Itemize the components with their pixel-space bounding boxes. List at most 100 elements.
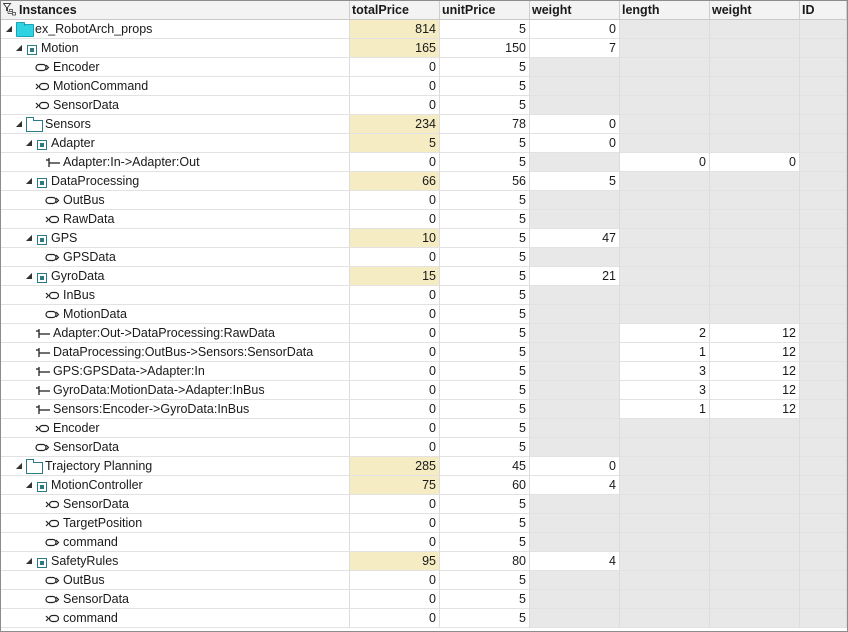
weight-cell[interactable]: 0 — [530, 134, 620, 153]
unitprice-cell[interactable]: 5 — [440, 324, 530, 343]
instance-cell[interactable]: Adapter:Out->DataProcessing:RawData — [1, 324, 350, 343]
table-row[interactable]: ◢ MotionController 75 60 4 — [1, 476, 847, 495]
weight-cell[interactable]: 4 — [530, 476, 620, 495]
unitprice-cell[interactable]: 5 — [440, 267, 530, 286]
unitprice-cell[interactable]: 80 — [440, 552, 530, 571]
table-row[interactable]: command 0 5 — [1, 533, 847, 552]
instance-cell[interactable]: ◢ Trajectory Planning — [1, 457, 350, 476]
instance-cell[interactable]: OutBus — [1, 571, 350, 590]
totalprice-cell[interactable]: 95 — [350, 552, 440, 571]
unitprice-cell[interactable]: 5 — [440, 305, 530, 324]
column-header-unitprice[interactable]: unitPrice — [440, 1, 530, 20]
instance-cell[interactable]: ◢ GPS — [1, 229, 350, 248]
unitprice-cell[interactable]: 5 — [440, 20, 530, 39]
table-row[interactable]: DataProcessing:OutBus->Sensors:SensorDat… — [1, 343, 847, 362]
weight-cell[interactable]: 5 — [530, 172, 620, 191]
table-row[interactable]: SensorData 0 5 — [1, 96, 847, 115]
weight-2-cell[interactable]: 12 — [710, 381, 800, 400]
instance-cell[interactable]: Adapter:In->Adapter:Out — [1, 153, 350, 172]
totalprice-cell[interactable]: 285 — [350, 457, 440, 476]
unitprice-cell[interactable]: 5 — [440, 571, 530, 590]
unitprice-cell[interactable]: 5 — [440, 191, 530, 210]
weight-2-cell[interactable]: 12 — [710, 343, 800, 362]
expand-toggle-icon[interactable]: ◢ — [24, 229, 34, 247]
instance-cell[interactable]: command — [1, 533, 350, 552]
weight-cell[interactable]: 0 — [530, 457, 620, 476]
length-cell[interactable]: 3 — [620, 381, 710, 400]
instance-cell[interactable]: Sensors:Encoder->GyroData:InBus — [1, 400, 350, 419]
expand-toggle-icon[interactable]: ◢ — [24, 134, 34, 152]
totalprice-cell[interactable]: 0 — [350, 514, 440, 533]
table-row[interactable]: ◢ Sensors 234 78 0 — [1, 115, 847, 134]
table-row[interactable]: GyroData:MotionData->Adapter:InBus 0 5 3 12 — [1, 381, 847, 400]
table-row[interactable]: GPS:GPSData->Adapter:In 0 5 3 12 — [1, 362, 847, 381]
instance-cell[interactable]: MotionData — [1, 305, 350, 324]
totalprice-cell[interactable]: 0 — [350, 191, 440, 210]
filter-hierarchy-icon[interactable] — [3, 3, 16, 16]
totalprice-cell[interactable]: 75 — [350, 476, 440, 495]
table-row[interactable]: Encoder 0 5 — [1, 58, 847, 77]
unitprice-cell[interactable]: 5 — [440, 229, 530, 248]
column-header-id[interactable]: ID — [800, 1, 847, 20]
length-cell[interactable]: 3 — [620, 362, 710, 381]
column-header-totalprice[interactable]: totalPrice — [350, 1, 440, 20]
totalprice-cell[interactable]: 0 — [350, 400, 440, 419]
instance-cell[interactable]: RawData — [1, 210, 350, 229]
table-row[interactable]: MotionData 0 5 — [1, 305, 847, 324]
instance-cell[interactable]: GPSData — [1, 248, 350, 267]
instance-cell[interactable]: ◢ SafetyRules — [1, 552, 350, 571]
unitprice-cell[interactable]: 45 — [440, 457, 530, 476]
instance-cell[interactable]: SensorData — [1, 495, 350, 514]
weight-2-cell[interactable]: 12 — [710, 400, 800, 419]
totalprice-cell[interactable]: 234 — [350, 115, 440, 134]
instance-cell[interactable]: SensorData — [1, 590, 350, 609]
table-row[interactable]: SensorData 0 5 — [1, 495, 847, 514]
unitprice-cell[interactable]: 5 — [440, 495, 530, 514]
instance-cell[interactable]: InBus — [1, 286, 350, 305]
table-row[interactable]: GPSData 0 5 — [1, 248, 847, 267]
instance-cell[interactable]: SensorData — [1, 438, 350, 457]
weight-cell[interactable]: 7 — [530, 39, 620, 58]
totalprice-cell[interactable]: 0 — [350, 362, 440, 381]
unitprice-cell[interactable]: 5 — [440, 77, 530, 96]
table-row[interactable]: OutBus 0 5 — [1, 191, 847, 210]
instance-cell[interactable]: ◢ GyroData — [1, 267, 350, 286]
weight-2-cell[interactable]: 12 — [710, 324, 800, 343]
table-row[interactable]: ◢ Trajectory Planning 285 45 0 — [1, 457, 847, 476]
length-cell[interactable]: 1 — [620, 343, 710, 362]
expand-toggle-icon[interactable]: ◢ — [24, 172, 34, 190]
instance-cell[interactable]: ◢ MotionController — [1, 476, 350, 495]
totalprice-cell[interactable]: 0 — [350, 96, 440, 115]
table-row[interactable]: ◢ DataProcessing 66 56 5 — [1, 172, 847, 191]
table-row[interactable]: ◢ ex_RobotArch_props 814 5 0 — [1, 20, 847, 39]
weight-2-cell[interactable]: 0 — [710, 153, 800, 172]
unitprice-cell[interactable]: 5 — [440, 248, 530, 267]
table-row[interactable]: ◢ GPS 10 5 47 — [1, 229, 847, 248]
instance-cell[interactable]: Encoder — [1, 58, 350, 77]
totalprice-cell[interactable]: 165 — [350, 39, 440, 58]
totalprice-cell[interactable]: 0 — [350, 210, 440, 229]
column-header-weight[interactable]: weight — [530, 1, 620, 20]
totalprice-cell[interactable]: 0 — [350, 609, 440, 628]
unitprice-cell[interactable]: 5 — [440, 153, 530, 172]
weight-cell[interactable]: 4 — [530, 552, 620, 571]
instance-cell[interactable]: ◢ Sensors — [1, 115, 350, 134]
totalprice-cell[interactable]: 0 — [350, 571, 440, 590]
instance-cell[interactable]: SensorData — [1, 96, 350, 115]
weight-cell[interactable]: 47 — [530, 229, 620, 248]
instance-cell[interactable]: ◢ Motion — [1, 39, 350, 58]
totalprice-cell[interactable]: 0 — [350, 153, 440, 172]
table-row[interactable]: ◢ GyroData 15 5 21 — [1, 267, 847, 286]
column-header-instances[interactable]: Instances — [1, 1, 350, 20]
unitprice-cell[interactable]: 5 — [440, 286, 530, 305]
totalprice-cell[interactable]: 814 — [350, 20, 440, 39]
instance-cell[interactable]: ◢ Adapter — [1, 134, 350, 153]
unitprice-cell[interactable]: 5 — [440, 590, 530, 609]
totalprice-cell[interactable]: 0 — [350, 343, 440, 362]
unitprice-cell[interactable]: 78 — [440, 115, 530, 134]
table-row[interactable]: MotionCommand 0 5 — [1, 77, 847, 96]
totalprice-cell[interactable]: 0 — [350, 495, 440, 514]
unitprice-cell[interactable]: 5 — [440, 419, 530, 438]
instance-cell[interactable]: DataProcessing:OutBus->Sensors:SensorDat… — [1, 343, 350, 362]
unitprice-cell[interactable]: 150 — [440, 39, 530, 58]
